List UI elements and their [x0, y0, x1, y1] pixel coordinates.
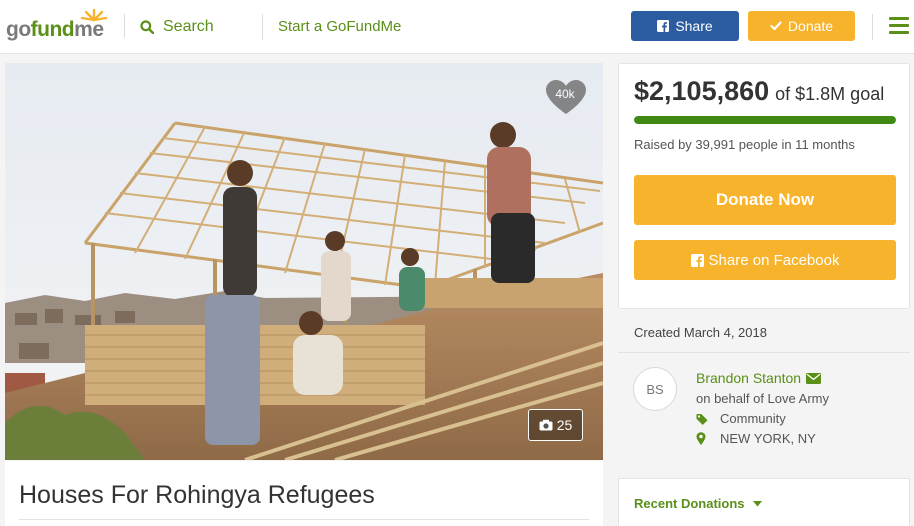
heart-count: 40k: [555, 87, 575, 101]
category-label: Community: [720, 411, 786, 426]
facebook-icon: [690, 253, 704, 267]
organizer-name: Brandon Stanton: [696, 370, 802, 386]
progress-fill: [634, 116, 896, 124]
gofundme-logo[interactable]: gofundme: [6, 8, 110, 44]
avatar: BS: [633, 367, 677, 411]
organizer-name-link[interactable]: Brandon Stanton: [696, 370, 822, 386]
share-on-facebook-button[interactable]: Share on Facebook: [634, 240, 896, 280]
amount-raised-row: $2,105,860 of $1.8M goal: [634, 76, 884, 107]
header-divider: [124, 14, 125, 38]
heart-button[interactable]: 40k: [545, 79, 587, 115]
recent-donations-toggle[interactable]: Recent Donations: [634, 496, 762, 511]
start-gofundme-link[interactable]: Start a GoFundMe: [278, 18, 401, 35]
check-icon: [770, 21, 782, 31]
recent-donations-panel: Recent Donations: [618, 478, 910, 526]
site-header: gofundme Search Start a GoFundMe Share D…: [0, 0, 914, 54]
goal-text: of $1.8M goal: [775, 84, 885, 104]
tag-icon: [696, 413, 708, 425]
share-label: Share: [675, 18, 713, 34]
header-divider: [262, 14, 263, 40]
organizer-behalf: on behalf of Love Army: [696, 391, 829, 406]
header-divider: [872, 14, 873, 40]
campaign-photo[interactable]: [5, 63, 603, 460]
created-date: Created March 4, 2018: [634, 325, 767, 340]
raised-by-text: Raised by 39,991 people in 11 months: [634, 137, 855, 152]
logo-wordmark: gofundme: [6, 18, 104, 41]
title-divider: [19, 519, 589, 520]
envelope-icon[interactable]: [806, 372, 822, 384]
search-button[interactable]: Search: [140, 16, 214, 38]
map-pin-icon: [696, 432, 706, 445]
search-icon: [140, 20, 154, 34]
donation-card: $2,105,860 of $1.8M goal Raised by 39,99…: [618, 63, 910, 309]
share-button[interactable]: Share: [631, 11, 739, 41]
amount-raised: $2,105,860: [634, 76, 770, 106]
camera-icon: [539, 419, 553, 431]
caret-down-icon: [752, 500, 762, 506]
photo-gallery-button[interactable]: 25: [528, 409, 583, 441]
location-row: NEW YORK, NY: [696, 431, 816, 446]
donate-label: Donate: [787, 18, 834, 34]
recent-donations-label: Recent Donations: [634, 496, 745, 511]
donate-button[interactable]: Donate: [748, 11, 855, 41]
share-on-facebook-label: Share on Facebook: [708, 251, 840, 269]
photo-count: 25: [556, 417, 573, 433]
campaign-title: Houses For Rohingya Refugees: [19, 481, 375, 509]
facebook-icon: [657, 20, 670, 32]
campaign-title-box: Houses For Rohingya Refugees: [5, 461, 603, 526]
location-label: NEW YORK, NY: [720, 431, 816, 446]
bamboo-house-photo: [5, 63, 603, 460]
category-row: Community: [696, 411, 786, 426]
menu-icon[interactable]: [889, 17, 909, 35]
search-label: Search: [163, 18, 214, 35]
section-divider: [618, 352, 910, 353]
progress-bar: [634, 116, 896, 124]
donate-now-button[interactable]: Donate Now: [634, 175, 896, 225]
